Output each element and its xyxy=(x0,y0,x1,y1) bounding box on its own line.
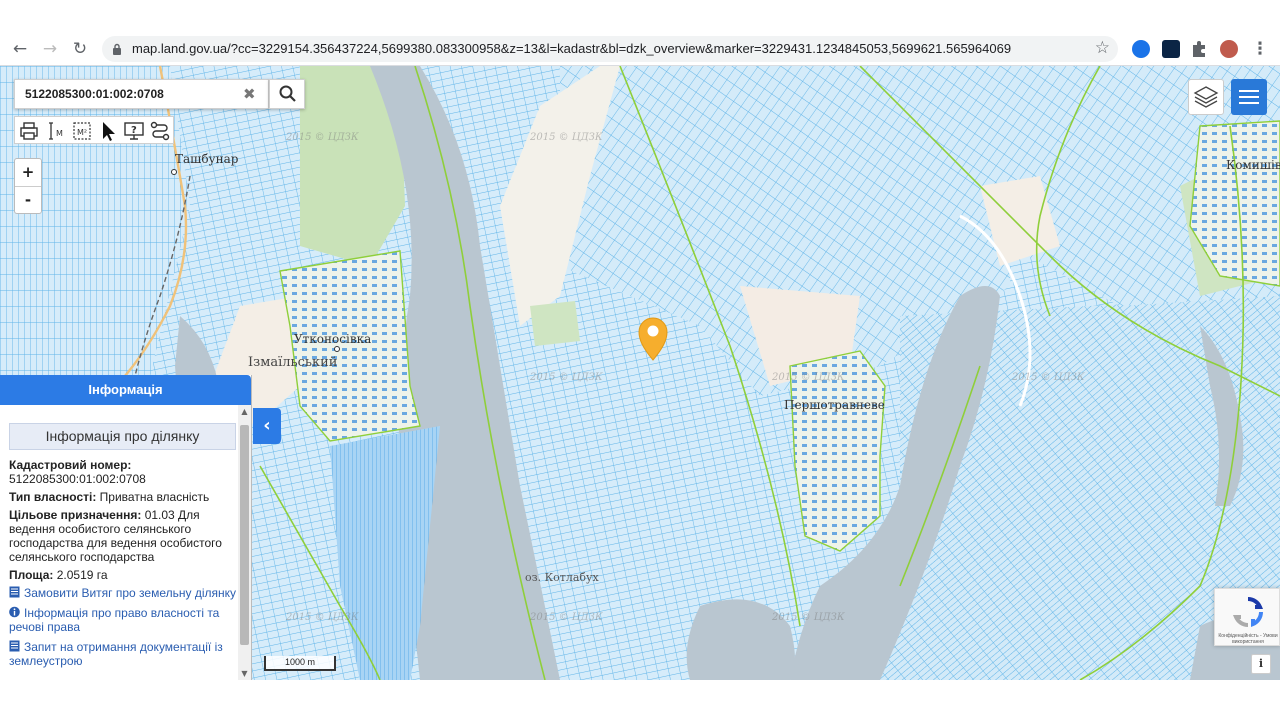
zoom-in-button[interactable]: + xyxy=(15,159,41,186)
scrollbar-thumb[interactable] xyxy=(240,425,249,645)
info-button[interactable]: i xyxy=(1251,654,1271,674)
info-panel-header: Інформація xyxy=(0,375,251,405)
svg-text:M: M xyxy=(56,129,63,138)
cadastral-number-row: Кадастровий номер: 5122085300:01:002:070… xyxy=(9,458,238,486)
watermark: 2015 © ЦДЗК xyxy=(530,132,603,143)
place-label: Утконосівка xyxy=(294,332,372,346)
area-value: 2.0519 га xyxy=(56,568,108,582)
layers-button[interactable] xyxy=(1188,79,1224,115)
ownership-row: Тип власності: Приватна власність xyxy=(9,490,238,504)
document-icon xyxy=(9,640,20,652)
village-point xyxy=(171,169,177,175)
info-panel: Інформація Інформація про ділянку Кадаст… xyxy=(0,375,252,680)
close-icon[interactable]: ✖ xyxy=(243,85,256,103)
order-extract-link[interactable]: Замовити Витяг про земельну ділянку xyxy=(9,586,238,600)
puzzle-icon[interactable] xyxy=(1190,40,1208,58)
lock-icon xyxy=(113,43,121,55)
collapse-panel-button[interactable]: ‹ xyxy=(253,408,281,444)
place-label: Ізмаїльський xyxy=(248,355,338,370)
ownership-info-label: Інформація про право власності та речові… xyxy=(9,606,220,634)
watermark: 2015 © ЦДЗК xyxy=(286,132,359,143)
info-query-icon[interactable]: ? xyxy=(122,119,146,143)
documentation-request-link[interactable]: Запит на отримання документації із земле… xyxy=(9,640,238,668)
back-icon[interactable]: ← xyxy=(8,38,32,60)
area-row: Площа: 2.0519 га xyxy=(9,568,238,582)
purpose-row: Цільове призначення: 01.03 Для ведення о… xyxy=(9,508,238,564)
layers-icon xyxy=(1193,86,1219,108)
map-toolbar: M M² ? xyxy=(14,116,174,144)
watermark: 2015 © ЦДЗК xyxy=(772,372,845,383)
document-icon xyxy=(9,586,20,598)
area-label: Площа: xyxy=(9,568,54,582)
extension-icon[interactable] xyxy=(1162,40,1180,58)
forward-icon[interactable]: → xyxy=(38,38,62,60)
menu-icon[interactable]: ⋮ xyxy=(1248,38,1272,60)
watermark: 2015 © ЦДЗК xyxy=(1012,372,1085,383)
green-area xyxy=(530,301,580,346)
url-text: map.land.gov.ua/?cc=3229154.356437224,56… xyxy=(132,41,1012,56)
search-button[interactable] xyxy=(269,79,305,109)
reload-icon[interactable]: ↻ xyxy=(68,38,92,60)
scrollbar[interactable]: ▲ ▼ xyxy=(238,405,251,680)
menu-icon xyxy=(1239,102,1259,104)
ownership-info-link[interactable]: Інформація про право власності та речові… xyxy=(9,606,238,634)
zoom-out-button[interactable]: - xyxy=(15,186,41,213)
place-label: Першотравневе xyxy=(784,398,885,412)
place-label: Ташбунар xyxy=(175,152,239,166)
star-icon[interactable]: ☆ xyxy=(1095,38,1110,58)
ownership-value: Приватна власність xyxy=(99,490,210,504)
svg-text:?: ? xyxy=(131,125,137,136)
measure-length-icon[interactable]: M xyxy=(44,119,68,143)
village-point xyxy=(334,346,340,352)
recaptcha-badge[interactable]: Конфіденційність - Умови використання xyxy=(1214,588,1280,646)
menu-icon xyxy=(1239,96,1259,98)
scroll-down-icon[interactable]: ▼ xyxy=(238,669,251,678)
cadastral-value: 5122085300:01:002:0708 xyxy=(9,472,146,486)
menu-button[interactable] xyxy=(1231,79,1267,115)
watermark: 2015 © ЦДЗК xyxy=(530,612,603,623)
search-input[interactable] xyxy=(15,80,240,108)
print-icon[interactable] xyxy=(17,119,41,143)
order-extract-label: Замовити Витяг про земельну ділянку xyxy=(24,586,237,600)
info-panel-body: Інформація про ділянку Кадастровий номер… xyxy=(0,405,238,680)
info-panel-title: Інформація про ділянку xyxy=(9,423,236,450)
scroll-up-icon[interactable]: ▲ xyxy=(238,407,251,416)
watermark: 2015 © ЦДЗК xyxy=(286,612,359,623)
ownership-label: Тип власності: xyxy=(9,490,97,504)
scale-bar: 1000 m xyxy=(264,656,336,671)
measure-area-icon[interactable]: M² xyxy=(70,119,94,143)
place-label: оз. Котлабух xyxy=(525,571,599,584)
recaptcha-text: Конфіденційність - Умови використання xyxy=(1218,633,1278,645)
watermark: 2015 © ЦДЗК xyxy=(772,612,845,623)
svg-text:M²: M² xyxy=(77,128,87,137)
zoom-control: + - xyxy=(14,158,42,214)
cadastral-label: Кадастровий номер: xyxy=(9,458,132,472)
page: ← → ↻ map.land.gov.ua/?cc=3229154.356437… xyxy=(0,0,1280,720)
place-label: Комишівка xyxy=(1226,158,1280,172)
route-icon[interactable] xyxy=(148,119,172,143)
extension-icon[interactable] xyxy=(1132,40,1150,58)
avatar[interactable] xyxy=(1220,40,1238,58)
search-box: ✖ xyxy=(14,79,269,109)
search-icon xyxy=(279,85,296,102)
purpose-label: Цільове призначення: xyxy=(9,508,142,522)
cursor-icon[interactable] xyxy=(96,119,120,143)
info-icon xyxy=(9,606,20,618)
browser-toolbar: ← → ↻ map.land.gov.ua/?cc=3229154.356437… xyxy=(0,32,1280,66)
chevron-left-icon: ‹ xyxy=(263,415,271,436)
watermark: 2015 © ЦДЗК xyxy=(530,372,603,383)
menu-icon xyxy=(1239,90,1259,92)
documentation-request-label: Запит на отримання документації із земле… xyxy=(9,640,223,668)
recaptcha-icon xyxy=(1232,597,1264,628)
address-bar[interactable]: map.land.gov.ua/?cc=3229154.356437224,56… xyxy=(102,36,1118,62)
